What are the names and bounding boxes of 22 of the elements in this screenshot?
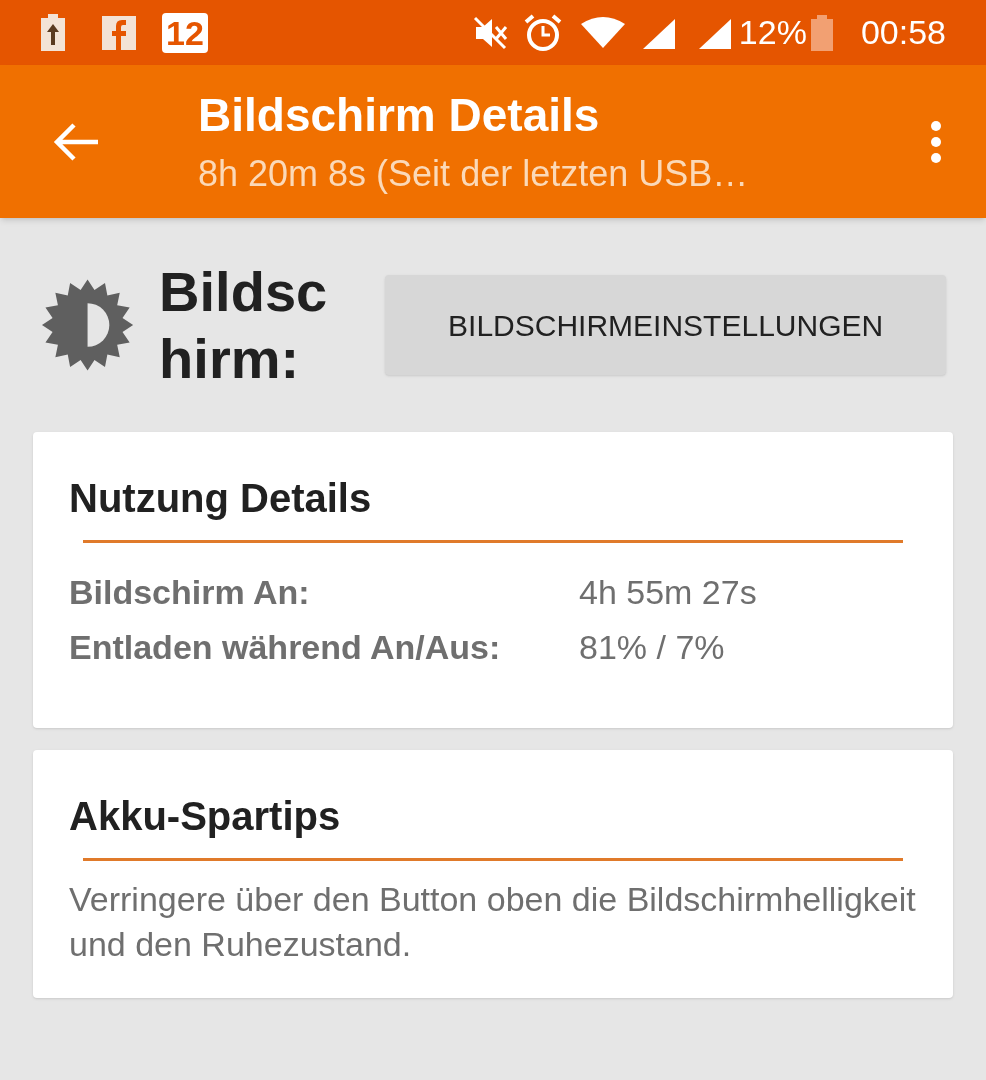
more-options-icon bbox=[930, 119, 942, 164]
back-arrow-icon bbox=[52, 121, 100, 162]
calendar-badge: 12 bbox=[162, 12, 208, 53]
facebook-icon bbox=[102, 15, 136, 50]
section-heading: Bildschirm: bbox=[159, 259, 329, 393]
settings-button[interactable]: BILDSCHIRMEINSTELLUNGEN bbox=[385, 275, 946, 376]
row-label: Bildschirm An: bbox=[69, 572, 311, 614]
card-title: Akku-Spartips bbox=[69, 793, 342, 841]
wifi-icon bbox=[580, 15, 625, 50]
card-title: Nutzung Details bbox=[69, 475, 373, 523]
row-label: Entladen während An/Aus: bbox=[69, 626, 502, 668]
row-value: 4h 55m 27s bbox=[579, 572, 757, 614]
tip-text: Verringere über den Button oben die Bildschirmhelligkeit und den Ruhezustand. bbox=[69, 879, 917, 965]
mute-icon bbox=[472, 15, 509, 50]
clock-time: 00:58 bbox=[860, 12, 946, 53]
battery-charging-icon bbox=[40, 13, 66, 52]
alarm-clock-icon bbox=[522, 12, 563, 53]
battery-percent: 12% bbox=[738, 12, 807, 53]
battery-icon bbox=[810, 14, 833, 51]
screen-subtitle: 8h 20m 8s (Seit der letzten USB… bbox=[198, 151, 750, 196]
screen-title: Bildschirm Details bbox=[198, 88, 601, 144]
row-value: 81% / 7% bbox=[579, 626, 725, 668]
